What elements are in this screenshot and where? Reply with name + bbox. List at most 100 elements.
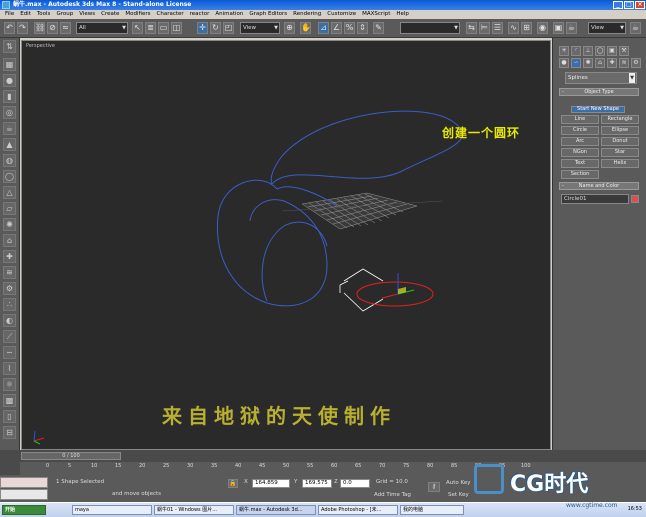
line-button[interactable]: Line [561,115,599,124]
patch-icon[interactable]: ▩ [3,394,16,407]
mirror-icon[interactable]: ⇆ [466,22,477,34]
cameras-icon[interactable]: ⌂ [595,58,605,68]
circle-button[interactable]: Circle [561,126,599,135]
geometry-icon[interactable]: ● [559,58,569,68]
donut-button[interactable]: Donut [601,137,639,146]
snap-toggle-icon[interactable]: ⊿ [318,22,329,34]
menu-character[interactable]: Character [154,10,187,19]
x-coordinate-field[interactable]: 164.859 [252,479,290,488]
box-icon[interactable]: ▦ [3,58,16,71]
arc-button[interactable]: Arc [561,137,599,146]
rectangle-button[interactable]: Rectangle [601,115,639,124]
section-button[interactable]: Section [561,170,599,179]
star-button[interactable]: Star [601,148,639,157]
display-tab[interactable]: ▣ [607,46,617,56]
redo-icon[interactable]: ↷ [17,22,28,34]
create-tab[interactable]: ✳ [559,46,569,56]
reactor-icon[interactable]: ⚛ [3,378,16,391]
tube-icon[interactable]: ◯ [3,170,16,183]
render-scene-icon[interactable]: ▣ [553,22,564,34]
select-manipulate-icon[interactable]: ✋ [300,22,311,34]
sphere-icon[interactable]: ● [3,74,16,87]
align-icon[interactable]: ⊨ [479,22,490,34]
minimize-button[interactable]: _ [613,1,623,9]
menu-rendering[interactable]: Rendering [290,10,324,19]
start-button[interactable]: 开始 [2,505,46,515]
particle-icon[interactable]: ∴ [3,298,16,311]
helpers-icon[interactable]: ✚ [607,58,617,68]
maximize-button[interactable]: □ [624,1,634,9]
render-type-dropdown[interactable]: View ▼ [588,22,626,34]
schematic-view-icon[interactable]: ⊞ [521,22,532,34]
spinner-snap-icon[interactable]: ⇕ [357,22,368,34]
rectangular-selection-icon[interactable]: ▭ [158,22,169,34]
menu-file[interactable]: File [2,10,17,19]
motion-tab[interactable]: ◯ [595,46,605,56]
nurbs-icon[interactable]: ⌇ [3,362,16,375]
pivot-center-icon[interactable]: ⊕ [284,22,295,34]
select-by-name-icon[interactable]: ≣ [145,22,156,34]
select-object-icon[interactable]: ↖ [132,22,143,34]
window-crossing-icon[interactable]: ◫ [171,22,182,34]
menu-graph-editors[interactable]: Graph Editors [246,10,290,19]
percent-snap-icon[interactable]: % [344,22,355,34]
light-icon[interactable]: ✺ [3,218,16,231]
shapes-icon[interactable]: ∽ [571,58,581,68]
compound-icon[interactable]: ◐ [3,314,16,327]
set-key-button[interactable]: Set Key [448,492,469,498]
utilities-tab[interactable]: ⚒ [619,46,629,56]
cylinder-icon[interactable]: ▮ [3,90,16,103]
rotate-icon[interactable]: ↻ [210,22,221,34]
door-icon[interactable]: ▯ [3,410,16,423]
taskbar-item-3dsmax[interactable]: 蜗牛.max - Autodesk 3d... [236,505,316,515]
track-bar-menu-icon[interactable] [0,462,20,475]
maxscript-listener[interactable] [0,477,48,488]
geosphere-icon[interactable]: ◍ [3,154,16,167]
y-coordinate-field[interactable]: 169.575 [302,479,332,488]
taskbar-item-image-viewer[interactable]: 蜗牛01 - Windows 图片... [154,505,234,515]
teapot-icon[interactable]: ☕ [3,122,16,135]
add-time-tag[interactable]: Add Time Tag [374,492,411,498]
key-icon[interactable]: ⚷ [428,482,440,492]
material-editor-icon[interactable]: ◉ [537,22,548,34]
hierarchy-tab[interactable]: ⊥ [583,46,593,56]
system-icon[interactable]: ⚙ [3,282,16,295]
named-selection-dropdown[interactable]: ▼ [400,22,460,34]
tab-arrows-icon[interactable]: ⇅ [3,40,16,53]
text-button[interactable]: Text [561,159,599,168]
layer-manager-icon[interactable]: ☰ [492,22,503,34]
taskbar-item-my-computer[interactable]: 我的电脑 [400,505,464,515]
ngon-button[interactable]: NGon [561,148,599,157]
helper-icon[interactable]: ✚ [3,250,16,263]
start-new-shape-checkbox[interactable]: Start New Shape [571,106,625,113]
menu-modifiers[interactable]: Modifiers [122,10,153,19]
angle-snap-icon[interactable]: ∠ [331,22,342,34]
menu-create[interactable]: Create [98,10,122,19]
undo-icon[interactable]: ↶ [4,22,15,34]
cone-icon[interactable]: ▲ [3,138,16,151]
torus-icon[interactable]: ◎ [3,106,16,119]
menu-group[interactable]: Group [53,10,76,19]
pyramid-icon[interactable]: △ [3,186,16,199]
link-icon[interactable]: ⛓ [34,22,45,34]
spacewarp-icon[interactable]: ≋ [3,266,16,279]
lights-icon[interactable]: ✺ [583,58,593,68]
bone-icon[interactable]: ⟋ [3,330,16,343]
name-color-rollout[interactable]: - Name and Color [559,182,639,190]
object-color-swatch[interactable] [631,195,639,203]
z-coordinate-field[interactable]: 0.0 [340,479,370,488]
menu-animation[interactable]: Animation [212,10,246,19]
menu-maxscript[interactable]: MAXScript [359,10,393,19]
object-type-rollout[interactable]: - Object Type [559,88,639,96]
taskbar-item-maya[interactable]: maya [72,505,152,515]
time-slider[interactable]: 0 / 100 [21,452,121,460]
menu-tools[interactable]: Tools [34,10,54,19]
render-last-icon[interactable]: ☕ [630,22,641,34]
taskbar-item-photoshop[interactable]: Adobe Photoshop - [未... [318,505,398,515]
object-name-field[interactable]: Circle01 [561,194,629,204]
scale-icon[interactable]: ◰ [223,22,234,34]
quick-render-icon[interactable]: ☕ [566,22,577,34]
bind-spacewarp-icon[interactable]: ≈ [60,22,71,34]
ref-coord-dropdown[interactable]: View ▼ [240,22,280,34]
menu-customize[interactable]: Customize [324,10,359,19]
